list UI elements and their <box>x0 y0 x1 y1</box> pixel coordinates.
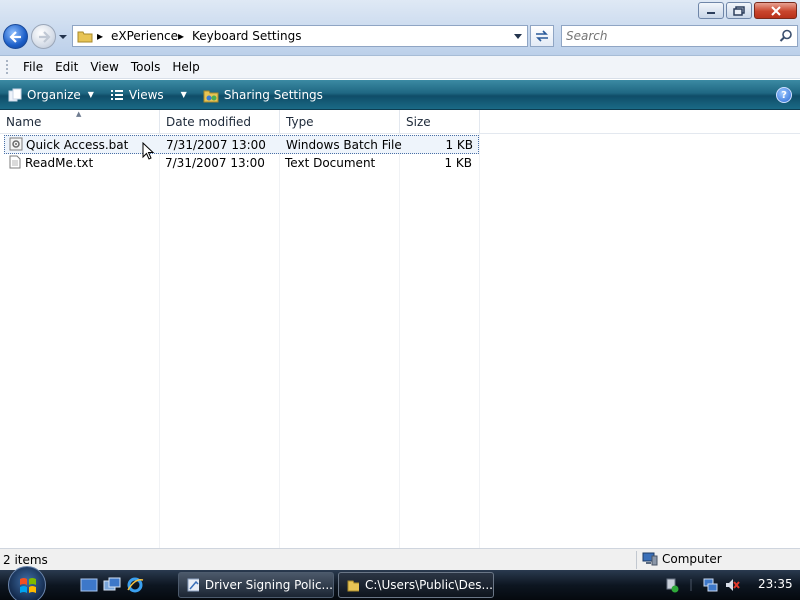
sharing-settings-label: Sharing Settings <box>223 87 323 102</box>
forward-button[interactable] <box>31 24 56 49</box>
maximize-button[interactable] <box>726 2 752 19</box>
file-date: 7/31/2007 13:00 <box>166 138 266 152</box>
status-bar: 2 items Computer <box>0 548 800 570</box>
text-file-icon <box>9 155 21 169</box>
folder-icon <box>77 31 93 43</box>
switch-windows-icon[interactable] <box>103 576 121 594</box>
address-bar[interactable]: ▸ eXPerience ▸ Keyboard Settings <box>72 25 528 47</box>
title-address-bar: ▸ eXPerience ▸ Keyboard Settings <box>0 0 800 56</box>
tray-separator-icon <box>690 579 692 591</box>
restore-icon <box>733 5 745 16</box>
chevron-down-icon: ▼ <box>180 90 187 99</box>
organize-icon <box>8 88 22 101</box>
column-header-row: Name ▲ Date modified Type Size <box>0 110 800 134</box>
task-label: Driver Signing Polic... <box>204 578 333 592</box>
arrow-left-icon <box>8 30 21 43</box>
network-icon[interactable] <box>702 577 718 593</box>
help-button[interactable]: ? <box>776 87 792 103</box>
search-input[interactable] <box>566 27 776 45</box>
file-size: 1 KB <box>445 138 473 152</box>
breadcrumb-keyboard-settings[interactable]: Keyboard Settings <box>192 29 301 43</box>
arrow-right-icon <box>38 30 51 43</box>
file-name: ReadMe.txt <box>25 156 94 170</box>
menu-grip <box>6 60 9 74</box>
column-type[interactable]: Type <box>280 110 400 134</box>
item-count: 2 items <box>3 553 48 567</box>
sharing-folder-icon <box>203 90 219 102</box>
sort-ascending-icon: ▲ <box>76 110 82 118</box>
volume-muted-icon[interactable] <box>724 577 740 593</box>
taskbar: Driver Signing Polic... C:\Users\Public\… <box>0 566 800 600</box>
windows-logo-icon <box>20 578 36 593</box>
safely-remove-hardware-icon[interactable] <box>664 577 680 593</box>
menu-help[interactable]: Help <box>166 60 205 74</box>
minimize-icon <box>707 11 715 14</box>
task-explorer-window[interactable]: C:\Users\Public\Des... <box>338 572 494 598</box>
organize-button[interactable]: Organize ▼ <box>0 80 102 110</box>
column-size[interactable]: Size <box>400 110 480 134</box>
column-divider <box>399 134 400 548</box>
column-divider <box>159 134 160 548</box>
organize-label: Organize <box>27 87 81 102</box>
file-row-readme[interactable]: ReadMe.txt 7/31/2007 13:00 Text Document… <box>4 154 479 173</box>
minimize-button[interactable] <box>698 2 724 19</box>
menu-file[interactable]: File <box>17 60 49 74</box>
help-icon: ? <box>781 89 787 101</box>
refresh-button[interactable] <box>530 25 554 47</box>
policy-window-icon <box>187 578 199 592</box>
search-icon[interactable] <box>779 29 793 43</box>
close-icon <box>770 5 781 16</box>
views-label: Views <box>128 87 164 102</box>
system-tray <box>664 570 740 600</box>
status-divider <box>636 551 637 569</box>
task-label: C:\Users\Public\Des... <box>365 578 493 592</box>
batch-file-icon <box>9 137 23 151</box>
window-controls <box>698 2 797 19</box>
column-divider <box>279 134 280 548</box>
column-date-modified[interactable]: Date modified <box>160 110 280 134</box>
views-icon <box>110 89 123 100</box>
refresh-icon <box>536 30 548 42</box>
location-label: Computer <box>662 552 722 566</box>
menu-edit[interactable]: Edit <box>49 60 84 74</box>
file-size: 1 KB <box>444 156 472 170</box>
computer-icon <box>642 552 658 566</box>
breadcrumb-experience[interactable]: eXPerience <box>111 29 178 43</box>
search-box[interactable] <box>561 25 798 47</box>
recent-pages-dropdown-icon[interactable] <box>58 32 68 42</box>
file-date: 7/31/2007 13:00 <box>165 156 265 170</box>
chevron-down-icon: ▼ <box>87 90 94 99</box>
breadcrumb-separator: ▸ <box>178 29 185 43</box>
sharing-settings-button[interactable]: Sharing Settings <box>195 80 331 110</box>
file-type: Windows Batch File <box>286 138 402 152</box>
clock[interactable]: 23:35 <box>758 577 793 591</box>
show-desktop-icon[interactable] <box>80 576 98 594</box>
status-location: Computer <box>642 552 722 566</box>
file-list: Name ▲ Date modified Type Size Quick Acc… <box>0 110 800 548</box>
file-type: Text Document <box>285 156 376 170</box>
column-divider <box>479 134 480 548</box>
file-row-quick-access[interactable]: Quick Access.bat 7/31/2007 13:00 Windows… <box>4 135 479 154</box>
back-button[interactable] <box>3 24 28 49</box>
close-button[interactable] <box>754 2 797 19</box>
internet-explorer-icon[interactable] <box>126 576 144 594</box>
address-dropdown-icon[interactable] <box>513 33 523 41</box>
folder-icon <box>347 580 359 592</box>
menu-view[interactable]: View <box>84 60 124 74</box>
breadcrumb-separator: ▸ <box>97 29 104 43</box>
start-button[interactable] <box>8 566 46 600</box>
file-name: Quick Access.bat <box>26 138 129 152</box>
task-driver-signing[interactable]: Driver Signing Polic... <box>178 572 334 598</box>
mouse-pointer-icon <box>142 142 155 160</box>
menu-bar: File Edit View Tools Help <box>0 56 800 79</box>
command-bar: Organize ▼ Views ▼ Sharing Settings ? <box>0 80 800 110</box>
menu-tools[interactable]: Tools <box>125 60 167 74</box>
views-button[interactable]: Views ▼ <box>102 80 195 110</box>
